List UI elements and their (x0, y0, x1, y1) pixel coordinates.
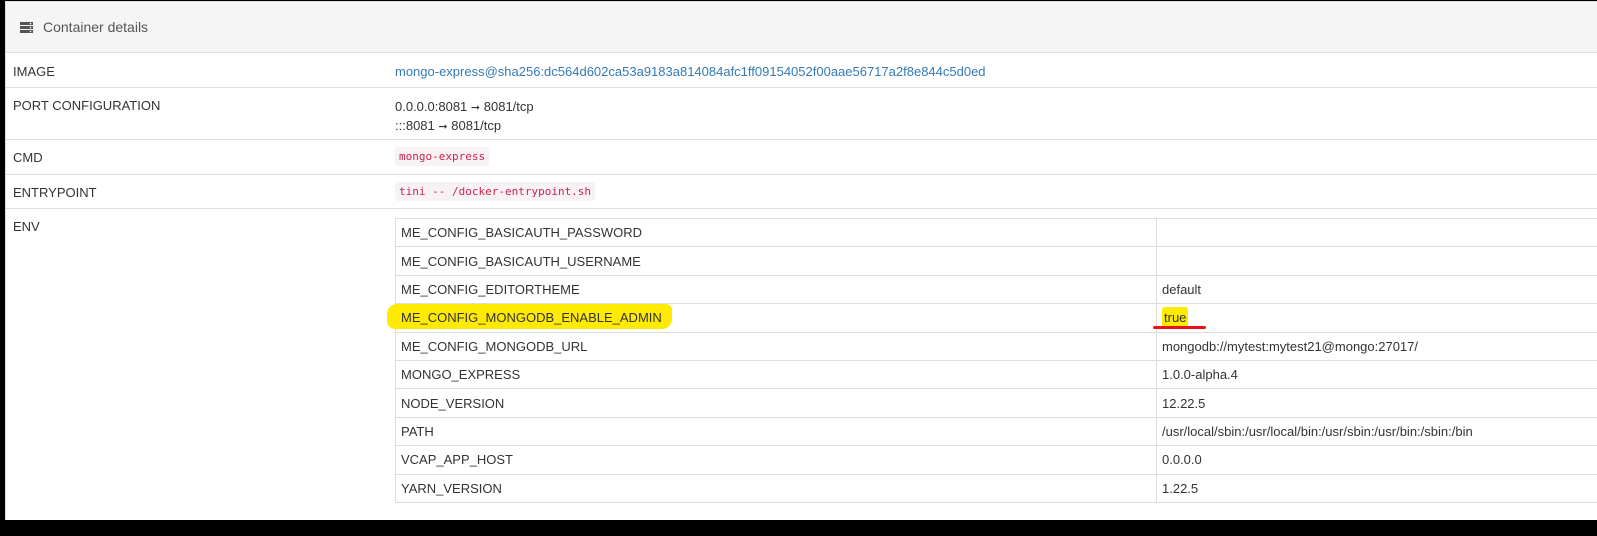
entrypoint-row: ENTRYPOINT tini -- /docker-entrypoint.sh (6, 175, 1597, 209)
env-label: ENV (13, 219, 40, 234)
red-underline-annotation (1153, 326, 1206, 329)
port-mapping: :::8081 ➞ 8081/tcp (395, 117, 534, 136)
env-value: mongodb://mytest:mytest21@mongo:27017/ (1156, 331, 1597, 361)
env-key: ME_CONFIG_EDITORTHEME (395, 274, 1157, 305)
env-value: 12.22.5 (1156, 388, 1597, 418)
port-mapping: 0.0.0.0:8081 ➞ 8081/tcp (395, 98, 534, 117)
port-list: 0.0.0.0:8081 ➞ 8081/tcp :::8081 ➞ 8081/t… (395, 98, 534, 136)
table-row: NODE_VERSION 12.22.5 (395, 388, 1597, 418)
entrypoint-value: tini -- /docker-entrypoint.sh (395, 182, 596, 201)
cmd-value-wrapper: mongo-express (395, 147, 490, 166)
arrow-right-icon: ➞ (470, 101, 481, 114)
table-row: ME_CONFIG_BASICAUTH_PASSWORD (395, 217, 1597, 248)
env-key-cell: ME_CONFIG_MONGODB_ENABLE_ADMIN (387, 303, 1157, 333)
port-configuration-label: PORT CONFIGURATION (13, 98, 161, 113)
env-key: ME_CONFIG_BASICAUTH_PASSWORD (395, 217, 1157, 248)
port-host: :::8081 (395, 118, 435, 133)
server-icon (20, 21, 33, 33)
env-key: YARN_VERSION (395, 473, 1157, 503)
panel-header: Container details (6, 2, 1597, 53)
panel-title: Container details (43, 19, 149, 35)
container-details-panel: Container details IMAGE mongo-express@sh… (5, 1, 1597, 520)
table-row: YARN_VERSION 1.22.5 (395, 473, 1597, 503)
port-container: 8081/tcp (483, 99, 534, 114)
table-row: ME_CONFIG_BASICAUTH_USERNAME (395, 246, 1597, 276)
table-row: PATH /usr/local/sbin:/usr/local/bin:/usr… (395, 416, 1597, 447)
env-value: /usr/local/sbin:/usr/local/bin:/usr/sbin… (1156, 416, 1597, 447)
cmd-row: CMD mongo-express (6, 140, 1597, 175)
table-row: ME_CONFIG_MONGODB_URL mongodb://mytest:m… (395, 331, 1597, 361)
image-link[interactable]: mongo-express@sha256:dc564d602ca53a9183a… (395, 64, 986, 79)
cmd-value: mongo-express (395, 147, 490, 166)
env-value (1156, 246, 1597, 276)
env-key: ME_CONFIG_MONGODB_URL (395, 331, 1157, 361)
env-value: 1.22.5 (1156, 473, 1597, 503)
highlighted-env-key: ME_CONFIG_MONGODB_ENABLE_ADMIN (387, 304, 672, 330)
env-key: PATH (395, 416, 1157, 447)
env-value (1156, 217, 1597, 248)
image-label: IMAGE (13, 64, 55, 79)
table-row: ME_CONFIG_MONGODB_ENABLE_ADMIN true (387, 303, 1597, 333)
table-row: MONGO_EXPRESS 1.0.0-alpha.4 (395, 359, 1597, 390)
port-configuration-row: PORT CONFIGURATION 0.0.0.0:8081 ➞ 8081/t… (6, 88, 1597, 140)
env-value: 1.0.0-alpha.4 (1156, 359, 1597, 390)
env-key: VCAP_APP_HOST (395, 445, 1157, 475)
env-key: NODE_VERSION (395, 388, 1157, 418)
env-key: MONGO_EXPRESS (395, 359, 1157, 390)
env-key: ME_CONFIG_BASICAUTH_USERNAME (395, 246, 1157, 276)
cmd-label: CMD (13, 150, 43, 165)
port-container: 8081/tcp (451, 118, 502, 133)
env-table: ME_CONFIG_BASICAUTH_PASSWORD ME_CONFIG_B… (387, 217, 1597, 503)
port-host: 0.0.0.0:8081 (395, 99, 468, 114)
arrow-right-icon: ➞ (438, 120, 448, 133)
env-value-cell: true (1156, 303, 1597, 333)
env-value: default (1156, 274, 1597, 305)
entrypoint-label: ENTRYPOINT (13, 185, 97, 200)
table-row: VCAP_APP_HOST 0.0.0.0 (395, 445, 1597, 475)
image-row: IMAGE mongo-express@sha256:dc564d602ca53… (6, 53, 1597, 88)
table-row: ME_CONFIG_EDITORTHEME default (395, 274, 1597, 305)
env-value: 0.0.0.0 (1156, 445, 1597, 475)
entrypoint-value-wrapper: tini -- /docker-entrypoint.sh (395, 182, 596, 201)
